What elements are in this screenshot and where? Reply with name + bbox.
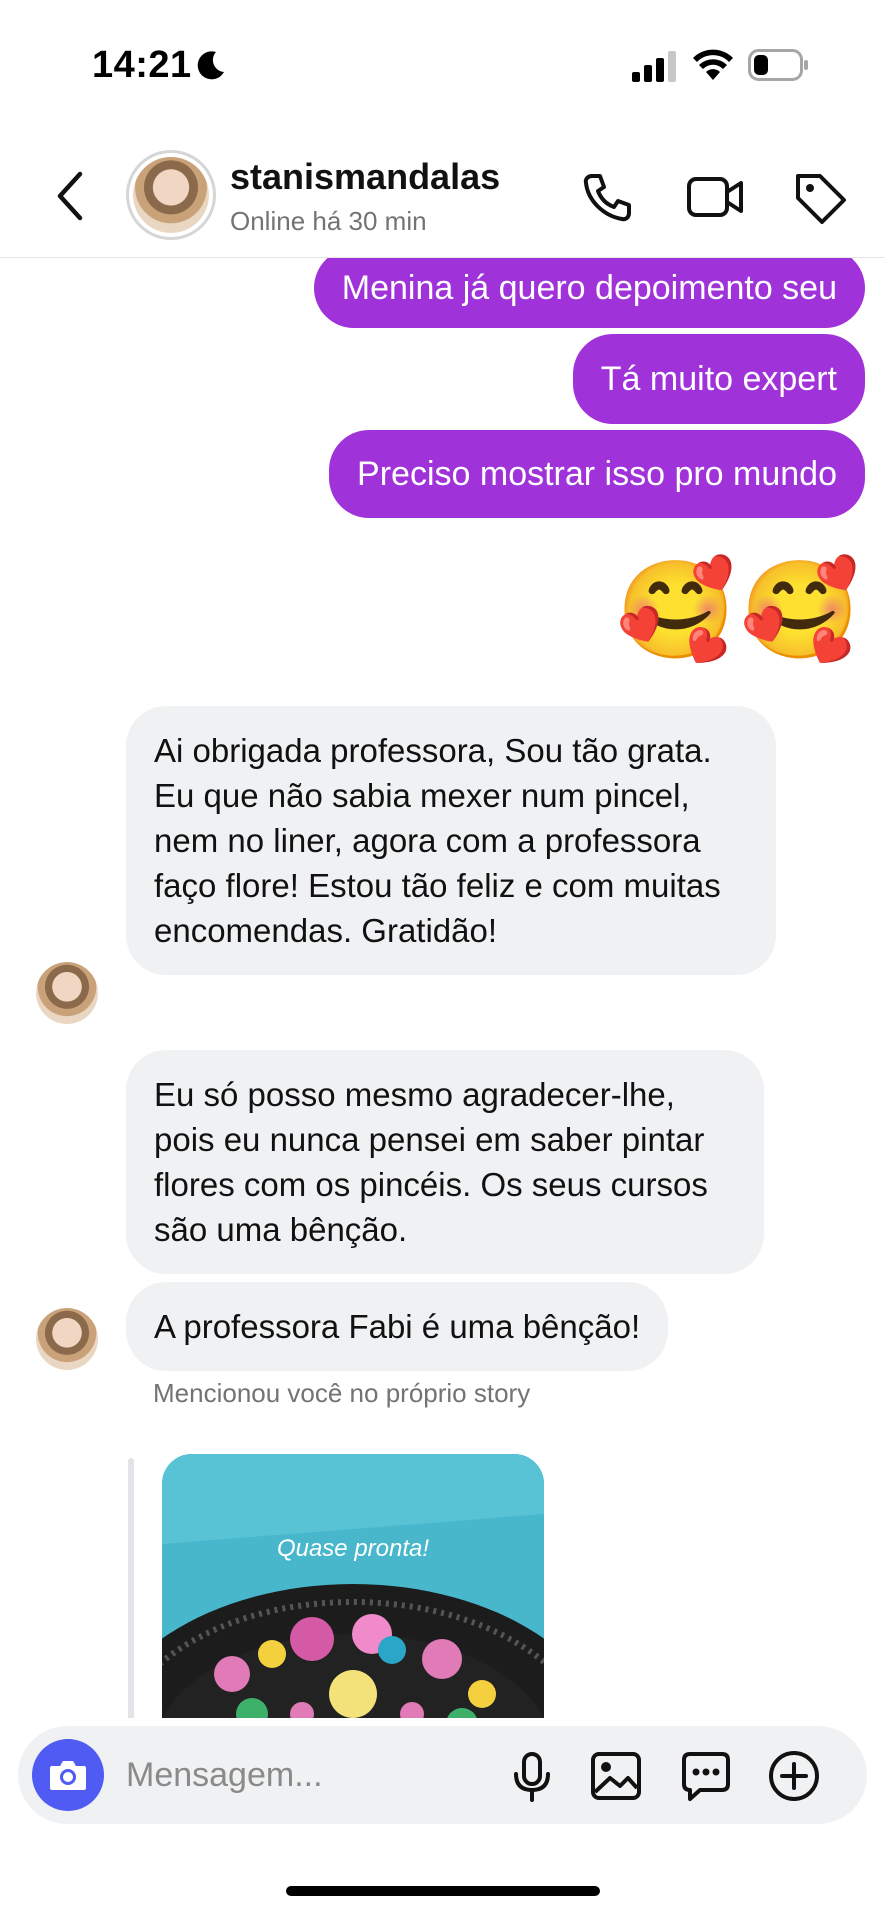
message-input[interactable]	[126, 1748, 486, 1802]
battery-icon	[748, 49, 808, 81]
back-chevron-icon[interactable]	[50, 168, 90, 224]
chat-header: stanismandalas Online há 30 min	[0, 130, 885, 258]
video-camera-icon[interactable]	[686, 170, 744, 224]
emoji-message[interactable]: 🥰	[616, 556, 736, 666]
outgoing-message[interactable]: Preciso mostrar isso pro mundo	[329, 430, 865, 518]
sender-avatar[interactable]	[36, 1308, 98, 1370]
sender-avatar[interactable]	[36, 962, 98, 1024]
gallery-icon[interactable]	[588, 1748, 644, 1804]
outgoing-message[interactable]: Tá muito expert	[572, 334, 865, 424]
outgoing-message[interactable]: Menina já quero depoimento seu	[313, 258, 865, 328]
camera-button[interactable]	[32, 1739, 104, 1811]
microphone-icon[interactable]	[504, 1748, 560, 1804]
status-bar: 14:21	[0, 0, 885, 130]
camera-icon	[50, 1761, 86, 1790]
incoming-message[interactable]: Ai obrigada professora, Sou tão grata. E…	[126, 706, 776, 975]
tag-icon[interactable]	[792, 170, 850, 224]
avatar-image	[133, 157, 209, 233]
status-time: 14:21	[92, 44, 192, 86]
moon-icon	[197, 51, 224, 80]
wifi-icon	[693, 49, 733, 80]
message-composer	[18, 1726, 867, 1824]
cellular-signal-icon	[632, 51, 676, 82]
home-indicator[interactable]	[286, 1886, 600, 1896]
message-thread[interactable]: Menina já quero depoimento seu Tá muito …	[0, 258, 885, 1718]
emoji-message[interactable]: 🥰	[740, 556, 860, 666]
contact-username[interactable]: stanismandalas	[230, 156, 500, 198]
story-reply-line	[128, 1458, 134, 1718]
story-plate-image: Quase pronta!	[162, 1454, 544, 1718]
sticker-icon[interactable]	[678, 1748, 734, 1804]
contact-avatar[interactable]	[126, 150, 216, 240]
phone-icon[interactable]	[578, 170, 636, 224]
story-mention-caption: Mencionou você no próprio story	[153, 1378, 531, 1408]
add-icon[interactable]	[766, 1748, 822, 1804]
incoming-message[interactable]: Eu só posso mesmo agradecer-lhe, pois eu…	[126, 1050, 764, 1274]
presence-status: Online há 30 min	[230, 206, 427, 236]
story-overlay-text: Quase pronta!	[277, 1535, 429, 1562]
incoming-message[interactable]: A professora Fabi é uma bênção!	[126, 1282, 669, 1371]
story-preview[interactable]: Quase pronta!	[162, 1454, 544, 1718]
